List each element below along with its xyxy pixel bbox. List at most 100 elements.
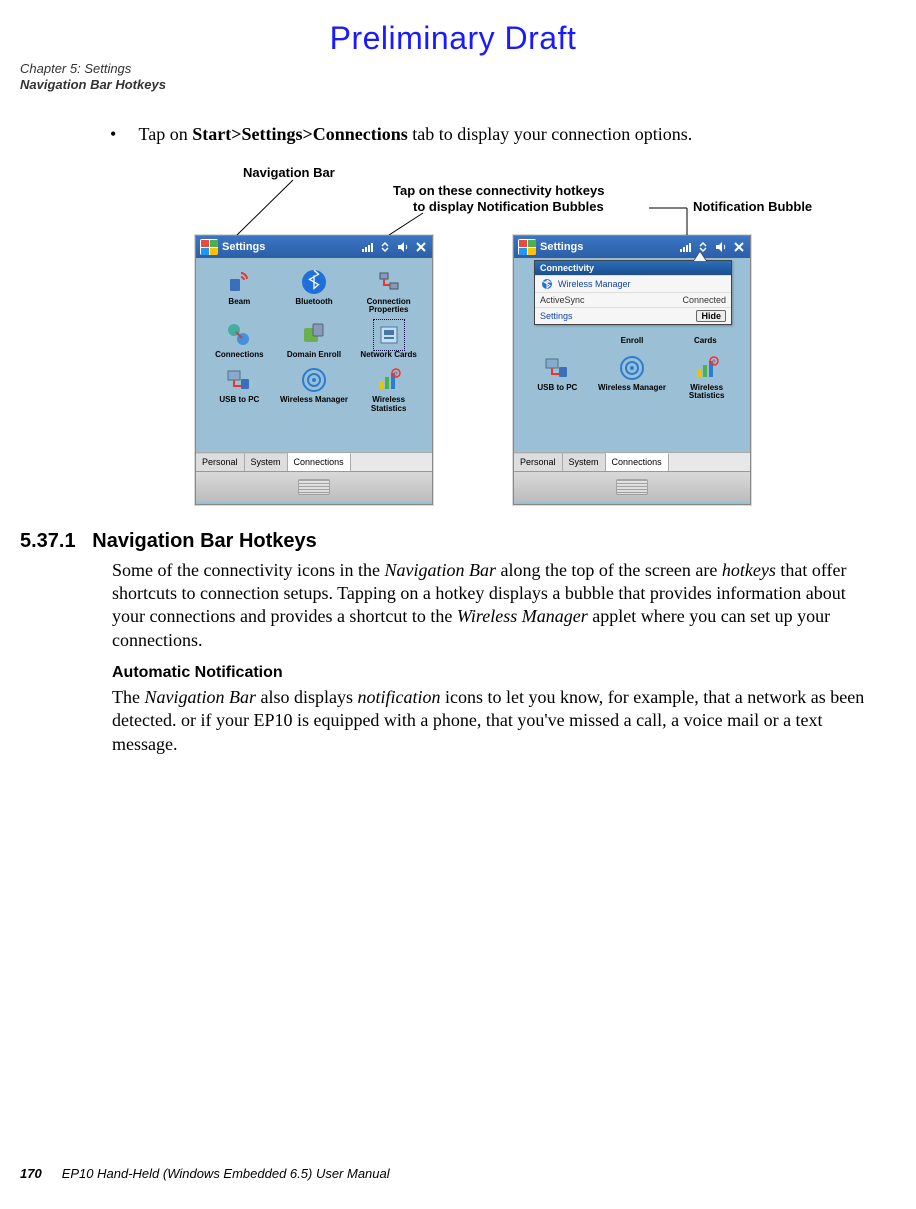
- start-icon[interactable]: [200, 239, 218, 255]
- paragraph-1: Some of the connectivity icons in the Na…: [112, 559, 880, 653]
- app-label: Wireless Statistics: [672, 384, 742, 402]
- app-wireless-manager[interactable]: Wireless Manager: [279, 366, 350, 414]
- text: Some of the connectivity icons in the: [112, 560, 384, 580]
- instruction-post: tab to display your connection options.: [408, 124, 692, 144]
- app-network-cards[interactable]: Network Cards: [353, 321, 424, 360]
- bubble-row-label: Wireless Manager: [558, 279, 726, 289]
- text-italic: notification: [357, 687, 440, 707]
- tab-connections[interactable]: Connections: [288, 453, 351, 471]
- bluetooth-small-icon: [540, 278, 554, 290]
- volume-icon[interactable]: [396, 240, 410, 254]
- app-domain-enroll[interactable]: Domain Enroll: [279, 321, 350, 360]
- app-label: Wireless Statistics: [354, 396, 424, 414]
- app-label: Wireless Manager: [280, 396, 348, 405]
- instruction-bold: Start>Settings>Connections: [192, 124, 408, 144]
- figure-callouts: Navigation Bar Tap on these connectivity…: [113, 165, 833, 235]
- text: The: [112, 687, 144, 707]
- tab-personal[interactable]: Personal: [514, 453, 563, 471]
- window-title: Settings: [540, 241, 678, 253]
- sip-bar: [514, 471, 750, 502]
- section-heading: 5.37.1 Navigation Bar Hotkeys: [20, 530, 886, 553]
- tab-connections[interactable]: Connections: [606, 453, 669, 471]
- preliminary-draft-banner: Preliminary Draft: [20, 20, 886, 57]
- close-icon[interactable]: [732, 240, 746, 254]
- app-connection-properties[interactable]: Connection Properties: [353, 268, 424, 316]
- app-wireless-manager[interactable]: Wireless Manager: [597, 354, 668, 402]
- app-label: Domain Enroll: [287, 351, 341, 360]
- wireless-manager-icon: [618, 354, 646, 382]
- app-usb-to-pc[interactable]: USB to PC: [522, 354, 593, 402]
- close-icon[interactable]: [414, 240, 428, 254]
- text-italic: hotkeys: [722, 560, 776, 580]
- bubble-row-value: Connected: [682, 295, 726, 305]
- signal-icon[interactable]: [678, 240, 692, 254]
- app-label: Wireless Manager: [598, 384, 666, 393]
- app-beam[interactable]: Beam: [204, 268, 275, 316]
- navigation-bar[interactable]: Settings: [514, 236, 750, 258]
- volume-icon[interactable]: [714, 240, 728, 254]
- app-label: Connections: [215, 351, 263, 360]
- bubble-row-wireless-manager[interactable]: Wireless Manager: [535, 275, 731, 292]
- connection-properties-icon: [375, 268, 403, 296]
- tab-system[interactable]: System: [245, 453, 288, 471]
- app-label: Connection Properties: [354, 298, 424, 316]
- app-connections[interactable]: Connections: [204, 321, 275, 360]
- sip-bar: [196, 471, 432, 502]
- network-cards-icon: [375, 321, 403, 349]
- usb-icon: [225, 366, 253, 394]
- text-italic: Navigation Bar: [384, 560, 496, 580]
- partial-enroll-label: Enroll: [595, 336, 668, 345]
- wireless-statistics-icon: ?: [375, 366, 403, 394]
- partial-row-labels: Enroll Cards: [522, 336, 742, 345]
- domain-enroll-icon: [300, 321, 328, 349]
- text-italic: Wireless Manager: [457, 606, 588, 626]
- app-label: Bluetooth: [295, 298, 332, 307]
- keyboard-icon[interactable]: [616, 479, 648, 495]
- subsection-heading: Automatic Notification: [112, 664, 886, 682]
- signal-icon[interactable]: [360, 240, 374, 254]
- partial-cards-label: Cards: [669, 336, 742, 345]
- app-wireless-statistics[interactable]: ? Wireless Statistics: [353, 366, 424, 414]
- hide-button[interactable]: Hide: [696, 310, 726, 322]
- navigation-bar[interactable]: Settings: [196, 236, 432, 258]
- app-usb-to-pc[interactable]: USB to PC: [204, 366, 275, 414]
- screenshot-right: Settings Connectivity Wireless Manager: [513, 235, 751, 505]
- book-title: EP10 Hand-Held (Windows Embedded 6.5) Us…: [62, 1166, 390, 1181]
- keyboard-icon[interactable]: [298, 479, 330, 495]
- bottom-tabs: Personal System Connections: [196, 452, 432, 471]
- bottom-tabs: Personal System Connections: [514, 452, 750, 471]
- section-label: Navigation Bar Hotkeys: [20, 77, 886, 93]
- connectivity-icon[interactable]: [378, 240, 392, 254]
- page-footer: 170 EP10 Hand-Held (Windows Embedded 6.5…: [20, 1166, 390, 1181]
- instruction-line: • Tap on Start>Settings>Connections tab …: [110, 124, 886, 145]
- wireless-manager-icon: [300, 366, 328, 394]
- app-label: Beam: [228, 298, 250, 307]
- app-label: USB to PC: [219, 396, 259, 405]
- app-label: Network Cards: [360, 351, 416, 360]
- screenshot-left: Settings Beam Bluetooth: [195, 235, 433, 505]
- tab-personal[interactable]: Personal: [196, 453, 245, 471]
- app-bluetooth[interactable]: Bluetooth: [279, 268, 350, 316]
- bubble-arrow: [693, 251, 707, 261]
- bubble-row-label: ActiveSync: [540, 295, 682, 305]
- instruction-pre: Tap on: [139, 124, 193, 144]
- page-number: 170: [20, 1166, 42, 1181]
- text: also displays: [256, 687, 358, 707]
- usb-icon: [543, 354, 571, 382]
- bubble-row-activesync[interactable]: ActiveSync Connected: [535, 292, 731, 307]
- paragraph-2: The Navigation Bar also displays notific…: [112, 686, 880, 756]
- app-wireless-statistics[interactable]: ? Wireless Statistics: [671, 354, 742, 402]
- bubble-row-label: Settings: [540, 311, 696, 321]
- bubble-title: Connectivity: [535, 261, 731, 275]
- running-header: Chapter 5: Settings Navigation Bar Hotke…: [20, 61, 886, 94]
- notification-bubble: Connectivity Wireless Manager ActiveSync…: [534, 260, 732, 325]
- bubble-row-settings[interactable]: Settings Hide: [535, 307, 731, 324]
- beam-icon: [225, 268, 253, 296]
- start-icon[interactable]: [518, 239, 536, 255]
- tab-system[interactable]: System: [563, 453, 606, 471]
- svg-text:?: ?: [712, 360, 716, 366]
- svg-text:?: ?: [394, 372, 398, 378]
- settings-grid: Beam Bluetooth Connection Properties Con…: [196, 258, 432, 452]
- connections-icon: [225, 321, 253, 349]
- callout-lines: [113, 165, 833, 235]
